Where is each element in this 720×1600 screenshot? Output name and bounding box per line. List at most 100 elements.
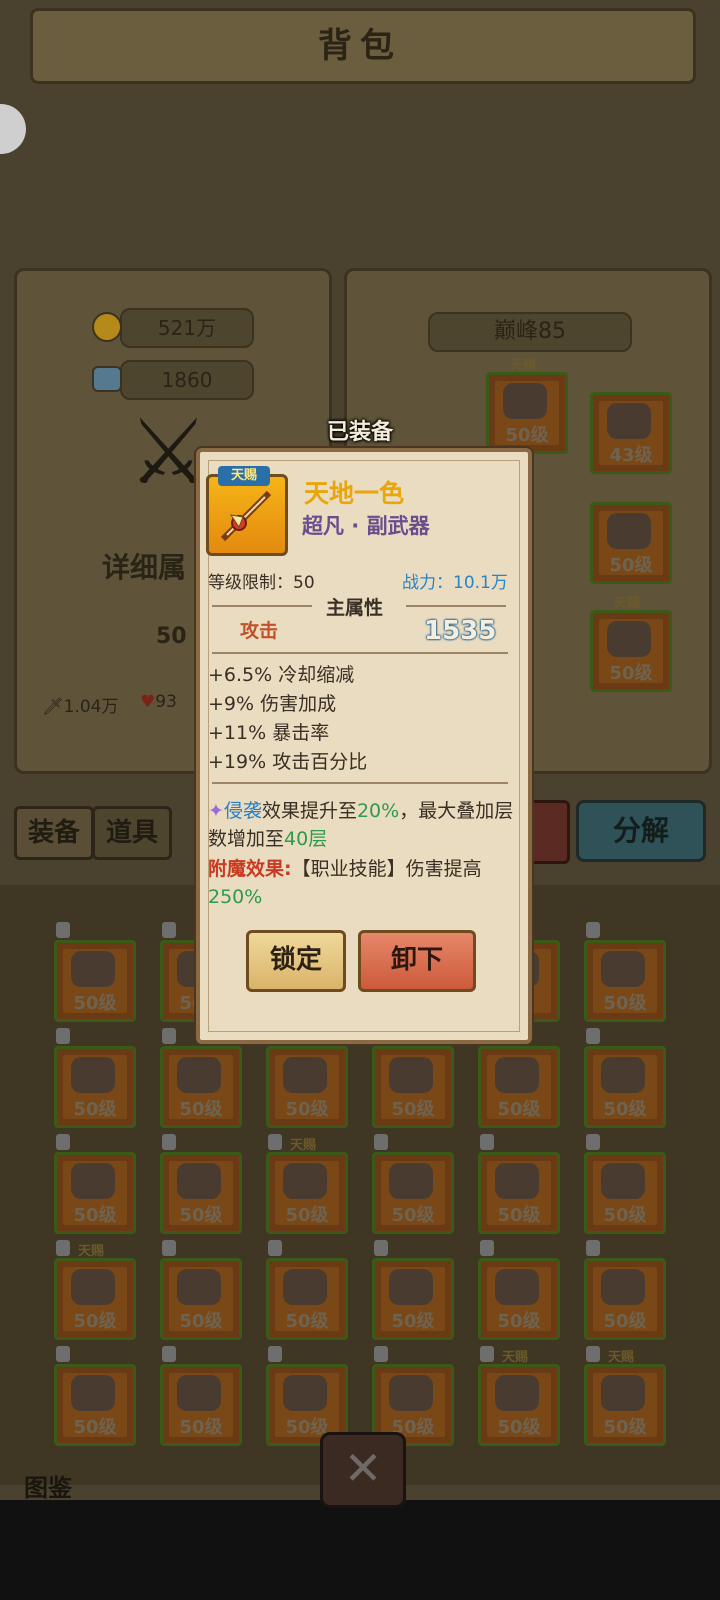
slot-level: 50级 [603, 1311, 647, 1332]
inventory-slot[interactable]: 50级 [478, 1364, 560, 1446]
close-button[interactable]: ✕ [320, 1432, 406, 1508]
divider-effects [212, 782, 508, 784]
inventory-slot[interactable]: 50级 [160, 1152, 242, 1234]
item-type: 超凡 · 副武器 [302, 514, 430, 538]
equipment-icon [495, 1269, 539, 1305]
inventory-slot[interactable]: 50级 [478, 1152, 560, 1234]
character-level: 50 [156, 624, 187, 649]
inventory-slot[interactable]: 50级 [372, 1152, 454, 1234]
gold-coin-icon [92, 312, 122, 342]
lock-icon [162, 1240, 176, 1256]
slot-level: 50级 [73, 1099, 117, 1120]
equipped-slot[interactable]: 43级 [590, 392, 672, 474]
unequip-button[interactable]: 卸下 [358, 930, 476, 992]
enchant-label: 附魔效果: [208, 858, 292, 880]
substat-crit: +11% 暴击率 [208, 722, 330, 744]
lock-icon [374, 1346, 388, 1362]
inventory-slot[interactable]: 50级 [372, 1258, 454, 1340]
slot-level: 50级 [391, 1205, 435, 1226]
slot-level: 50级 [391, 1311, 435, 1332]
inventory-slot[interactable]: 50级 [160, 1364, 242, 1446]
divider-left [212, 605, 312, 607]
decompose-button[interactable]: 分解 [576, 800, 706, 862]
lock-icon [374, 1134, 388, 1150]
inventory-slot[interactable]: 50级 [54, 1258, 136, 1340]
equipped-slot[interactable]: 50级 [590, 610, 672, 692]
lock-icon [162, 922, 176, 938]
lock-icon [480, 1134, 494, 1150]
attack-label: 攻击 [240, 620, 279, 642]
inventory-slot[interactable]: 50级 [372, 1046, 454, 1128]
skill-effect-text: ✦侵袭效果提升至20%，最大叠加层数增加至40层 [208, 797, 514, 853]
equipped-slot[interactable]: 50级 [486, 372, 568, 454]
equipment-icon [601, 1163, 645, 1199]
lock-icon [56, 1134, 70, 1150]
inventory-slot[interactable]: 50级 [54, 1152, 136, 1234]
slot-level: 50级 [285, 1099, 329, 1120]
divider-substats [212, 652, 508, 654]
tianci-tag: 天赐 [290, 1138, 317, 1153]
item-name: 天地一色 [304, 479, 405, 508]
inventory-slot[interactable]: 50级 [54, 1046, 136, 1128]
inventory-slot[interactable]: 50级 [54, 940, 136, 1022]
inventory-slot[interactable]: 50级 [584, 1152, 666, 1234]
enchant-text: 【职业技能】伤害提高 [291, 858, 482, 880]
enchant-effect-text: 附魔效果:【职业技能】伤害提高 250% [208, 855, 514, 911]
hp-stat-value: 93 [155, 692, 177, 712]
lock-icon [162, 1134, 176, 1150]
lock-button[interactable]: 锁定 [246, 930, 346, 992]
lock-icon [56, 1346, 70, 1362]
page-title: 背包 [318, 26, 402, 66]
equipment-icon [283, 1375, 327, 1411]
inventory-slot[interactable]: 50级 [584, 940, 666, 1022]
lock-icon [268, 1346, 282, 1362]
tianci-tag: 天赐 [614, 596, 641, 611]
slot-level: 50级 [179, 1417, 223, 1438]
equipment-icon [601, 1269, 645, 1305]
main-attribute-title: 主属性 [326, 597, 384, 619]
slot-level: 50级 [73, 993, 117, 1014]
sparkle-icon: ✦ [208, 800, 224, 822]
slot-level: 50级 [179, 1205, 223, 1226]
inventory-slot[interactable]: 50级 [160, 1046, 242, 1128]
tab-equipment[interactable]: 装备 [14, 806, 94, 860]
item-icon [206, 474, 288, 556]
slot-level: 50级 [73, 1417, 117, 1438]
equipment-icon [601, 1375, 645, 1411]
inventory-slot[interactable]: 50级 [266, 1258, 348, 1340]
detail-attributes-link[interactable]: 详细属 [102, 546, 186, 586]
effect-value-2: 40层 [284, 828, 328, 850]
equipment-icon [177, 1163, 221, 1199]
effect-text-1: 效果提升至 [261, 800, 357, 822]
slot-level: 50级 [497, 1417, 541, 1438]
inventory-slot[interactable]: 50级 [54, 1364, 136, 1446]
inventory-slot[interactable]: 50级 [266, 1046, 348, 1128]
inventory-slot[interactable]: 50级 [160, 1258, 242, 1340]
tianci-tag: 天赐 [78, 1244, 105, 1259]
inventory-slot[interactable]: 50级 [584, 1258, 666, 1340]
slot-level: 50级 [609, 663, 653, 684]
equipped-slot[interactable]: 50级 [590, 502, 672, 584]
divider-right [406, 605, 506, 607]
inventory-slot[interactable]: 50级 [478, 1258, 560, 1340]
equipment-icon [495, 1163, 539, 1199]
lock-icon [56, 922, 70, 938]
slot-level: 50级 [179, 1311, 223, 1332]
tab-items[interactable]: 道具 [92, 806, 172, 860]
lock-icon [586, 1134, 600, 1150]
equipment-icon [389, 1269, 433, 1305]
inventory-slot[interactable]: 50级 [584, 1046, 666, 1128]
lock-icon [586, 1028, 600, 1044]
attack-value: 1535 [424, 616, 497, 646]
atlas-button[interactable]: 图鉴 [24, 1468, 72, 1503]
inventory-slot[interactable]: 50级 [478, 1046, 560, 1128]
inventory-slot[interactable]: 50级 [266, 1152, 348, 1234]
slot-level: 50级 [73, 1205, 117, 1226]
slot-level: 50级 [609, 555, 653, 576]
substat-cooldown: +6.5% 冷却缩减 [208, 664, 355, 686]
gem-amount: 1860 [120, 360, 254, 400]
equipment-icon [283, 1163, 327, 1199]
equipment-icon [71, 951, 115, 987]
equipment-icon [71, 1057, 115, 1093]
inventory-slot[interactable]: 50级 [584, 1364, 666, 1446]
